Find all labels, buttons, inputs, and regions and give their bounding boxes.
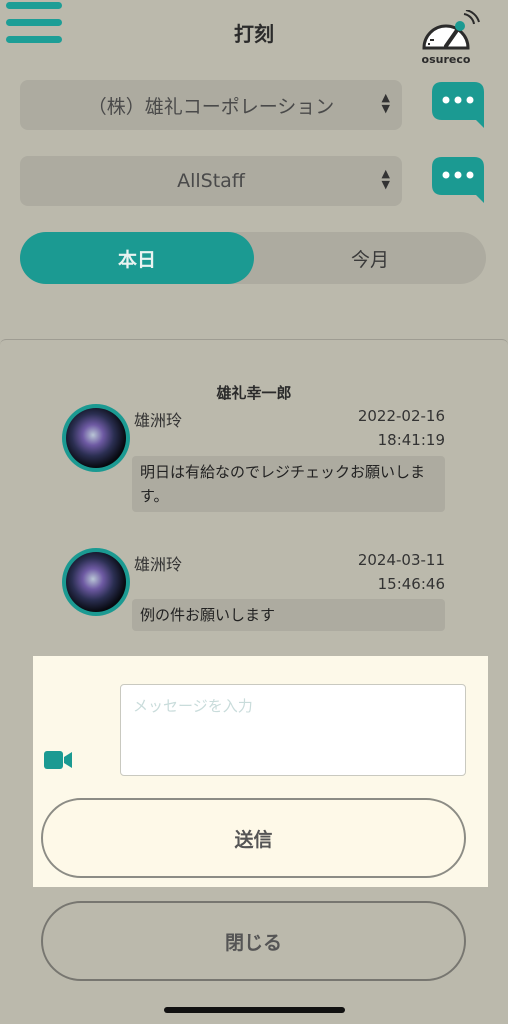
tab-today[interactable]: 本日 xyxy=(20,232,254,284)
sheet-title: 雄礼幸一郎 xyxy=(216,384,292,402)
message-date: 2022-02-16 xyxy=(357,407,445,425)
staff-chat-button[interactable] xyxy=(428,155,488,207)
compose-area: 送信 xyxy=(33,656,488,887)
stopwatch-logo-icon xyxy=(422,9,480,50)
message-time: 18:41:19 xyxy=(377,431,445,449)
message-sender: 雄洲玲 xyxy=(134,555,183,574)
company-select-value: （株）雄礼コーポレーション xyxy=(87,95,335,118)
message-time: 15:46:46 xyxy=(377,575,445,593)
staff-select-value: AllStaff xyxy=(177,170,245,192)
chat-bubble-icon xyxy=(432,157,484,203)
select-caret-icon: ▲ ▼ xyxy=(381,91,390,115)
message-bubble: 明日は有給なのでレジチェックお願いします。 xyxy=(132,456,445,512)
video-icon-shape xyxy=(44,751,72,769)
logo-text: osureco xyxy=(421,53,471,66)
avatar xyxy=(62,404,130,472)
message-date: 2024-03-11 xyxy=(357,551,445,569)
company-select[interactable]: （株）雄礼コーポレーション ▲ ▼ xyxy=(20,80,402,130)
message-timestamp: 2022-02-16 18:41:19 xyxy=(358,404,445,452)
message-bubble: 例の件お願いします xyxy=(132,599,445,631)
send-button[interactable]: 送信 xyxy=(41,798,466,878)
company-chat-button[interactable] xyxy=(428,80,488,132)
close-button[interactable]: 閉じる xyxy=(41,901,466,981)
avatar xyxy=(62,548,130,616)
message-input[interactable] xyxy=(120,684,466,776)
tab-month[interactable]: 今月 xyxy=(254,232,486,284)
select-caret-icon: ▲ ▼ xyxy=(381,167,390,191)
home-indicator xyxy=(164,1007,345,1013)
message-sender: 雄洲玲 xyxy=(134,411,183,430)
period-segmented-control: 本日 今月 xyxy=(20,232,486,284)
chat-bubble-icon xyxy=(432,82,484,128)
menu-bar xyxy=(6,2,62,9)
video-camera-icon[interactable] xyxy=(43,749,73,771)
avatar-image xyxy=(66,408,126,468)
staff-select[interactable]: AllStaff ▲ ▼ xyxy=(20,156,402,206)
avatar-image xyxy=(66,552,126,612)
osureco-logo: osureco xyxy=(416,9,486,66)
message-timestamp: 2024-03-11 15:46:46 xyxy=(358,548,445,596)
